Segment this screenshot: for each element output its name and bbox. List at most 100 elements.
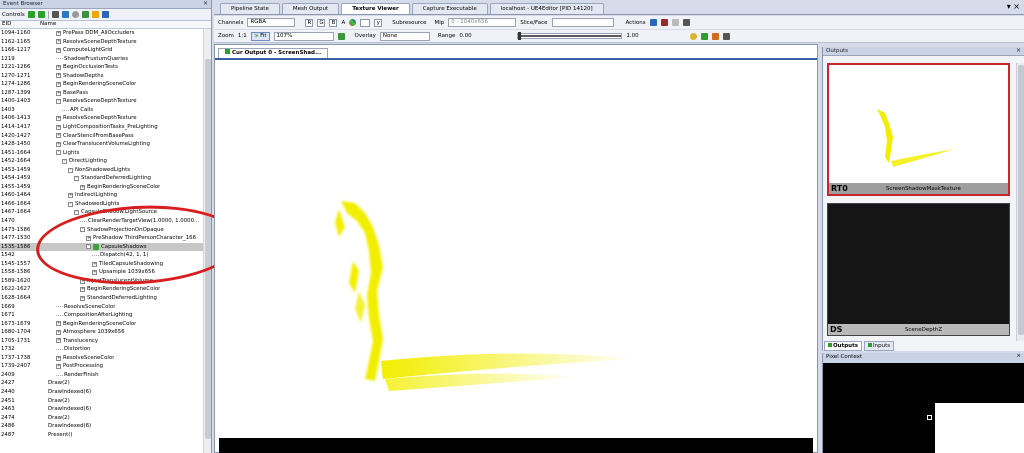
outputs-scrollbar[interactable] <box>1016 63 1024 341</box>
event-row[interactable]: 1470 ClearRenderTargetView(1.0000, 1.0000… <box>0 217 204 226</box>
range-slider[interactable] <box>517 32 623 40</box>
histogram-icon[interactable] <box>723 32 731 40</box>
auto-fit-icon[interactable] <box>701 32 709 40</box>
star-icon[interactable] <box>91 11 99 18</box>
event-row[interactable]: 1558-1586 + Upsample 1039x656 <box>0 268 204 277</box>
texture-canvas[interactable] <box>219 61 813 438</box>
output-thumbnail-rt0[interactable]: RT0 ScreenShadowMaskTexture <box>827 63 1010 196</box>
collapse-icon[interactable]: - <box>86 244 91 250</box>
expand-icon[interactable]: + <box>56 30 61 36</box>
event-list-scrollbar[interactable] <box>203 29 211 453</box>
close-icon[interactable]: × <box>203 0 208 7</box>
event-row[interactable]: 1705-1731 + Translucency <box>0 337 204 346</box>
output-thumbnail-ds[interactable]: DS SceneDepthZ <box>827 203 1010 336</box>
expand-icon[interactable]: + <box>56 39 61 45</box>
event-row[interactable]: 1452-1664 - DirectLighting <box>0 157 204 166</box>
event-row[interactable]: 1406-1413 + ResolveSceneDepthTexture <box>0 114 204 123</box>
event-row[interactable]: 1274-1286 + BeginRenderingSceneColor <box>0 80 204 89</box>
event-row[interactable]: 1400-1403 - ResolveSceneDepthTexture <box>0 97 204 106</box>
event-row[interactable]: 1219 ShadowFrustumQueries <box>0 55 204 64</box>
event-row[interactable]: 1545-1557 + TiledCapsuleShadowing <box>0 260 204 269</box>
expand-icon[interactable]: + <box>56 73 61 79</box>
event-row[interactable]: 1739-2407 + PostProcessing <box>0 362 204 371</box>
event-row[interactable]: 2409 RenderFinish <box>0 371 204 380</box>
expand-icon[interactable]: + <box>56 124 61 130</box>
event-row[interactable]: 1671 CompositionAfterLighting <box>0 311 204 320</box>
back-arrow-icon[interactable] <box>27 11 35 18</box>
collapse-icon[interactable]: - <box>62 158 67 164</box>
event-row[interactable]: 1403 API Calls <box>0 106 204 115</box>
expand-icon[interactable]: + <box>56 321 61 327</box>
flip-icon[interactable] <box>337 32 345 40</box>
expand-icon[interactable]: + <box>80 295 85 301</box>
timeline-icon[interactable] <box>51 11 59 18</box>
save-texture-icon[interactable] <box>649 19 657 26</box>
overlay-dropdown[interactable]: None <box>379 31 430 41</box>
event-row[interactable]: 2463 DrawIndexed(6) <box>0 405 204 414</box>
event-row[interactable]: 1162-1165 + ResolveSceneDepthTexture <box>0 38 204 47</box>
collapse-icon[interactable]: - <box>68 167 73 173</box>
event-row[interactable]: 1466-1664 - ShadowedLights <box>0 200 204 209</box>
forward-arrow-icon[interactable] <box>37 11 45 18</box>
expand-icon[interactable]: + <box>56 82 61 88</box>
collapse-icon[interactable]: - <box>74 176 79 182</box>
reset-range-icon[interactable] <box>712 32 720 40</box>
event-row[interactable]: 1628-1664 + StandardDeferredLighting <box>0 294 204 303</box>
expand-icon[interactable]: + <box>80 184 85 190</box>
expand-icon[interactable]: + <box>56 364 61 370</box>
event-row[interactable]: 1166-1217 + ComputeLightGrid <box>0 46 204 55</box>
channel-b-toggle[interactable]: B <box>329 18 338 27</box>
range-max-value[interactable]: 1.00 <box>626 33 686 39</box>
tab-inputs[interactable]: Inputs <box>863 341 895 351</box>
event-row[interactable]: 1737-1738 + ResolveSceneColor <box>0 354 204 363</box>
event-row[interactable]: 1732 Distortion <box>0 345 204 354</box>
expand-icon[interactable]: + <box>56 355 61 361</box>
outputs-scroll-thumb[interactable] <box>1018 65 1024 335</box>
event-row[interactable]: 1622-1627 + BeginRenderingSceneColor <box>0 285 204 294</box>
expand-icon[interactable]: + <box>56 329 61 335</box>
event-row[interactable]: 1673-1679 + BeginRenderingSceneColor <box>0 320 204 329</box>
tab-texture-viewer[interactable]: Texture Viewer <box>341 3 410 14</box>
event-row[interactable]: 1477-1530 + PreShadow ThirdPersonCharacter… <box>0 234 204 243</box>
fit-button[interactable]: ⇲ Fit <box>250 31 270 41</box>
mip-dropdown[interactable]: 0 - 1040x656 <box>448 18 517 27</box>
export-icon[interactable] <box>81 11 89 18</box>
event-row[interactable]: 1221-1266 + BeginOcclusionTests <box>0 63 204 72</box>
range-slider-knob[interactable] <box>518 32 522 40</box>
collapse-icon[interactable]: - <box>56 99 61 105</box>
event-row[interactable]: 2427 Draw(2) <box>0 379 204 388</box>
zoom-range-icon[interactable] <box>690 32 698 40</box>
expand-icon[interactable]: + <box>56 47 61 53</box>
zoom-1to1-button[interactable]: 1:1 <box>238 33 247 39</box>
expand-icon[interactable]: + <box>56 141 61 147</box>
event-row[interactable]: 1094-1160 + PrePass DDM_AllOccluders <box>0 29 204 38</box>
name-column-header[interactable]: Name <box>40 21 56 27</box>
close-icon[interactable]: × <box>1016 47 1021 54</box>
expand-icon[interactable]: + <box>68 193 73 199</box>
window-controls[interactable]: ▾ × <box>1007 2 1020 11</box>
event-row[interactable]: 1453-1459 - NonShadowedLights <box>0 166 204 175</box>
event-row[interactable]: 1680-1704 + Atmosphere 1039x656 <box>0 328 204 337</box>
checker-icon[interactable] <box>360 18 371 27</box>
expand-icon[interactable]: + <box>80 287 85 293</box>
zoom-dropdown[interactable]: 107% <box>273 31 334 41</box>
expand-icon[interactable]: + <box>56 116 61 122</box>
pixel-context-panel[interactable]: Pixel Context × <box>822 353 1024 453</box>
expand-icon[interactable]: + <box>86 235 91 241</box>
event-row[interactable]: 1669 ResolveSceneColor <box>0 303 204 312</box>
event-row[interactable]: 1589-1620 + InjectTranslucentVolume <box>0 277 204 286</box>
tab-capture-executable[interactable]: Capture Executable <box>411 3 488 14</box>
event-row[interactable]: 2451 Draw(2) <box>0 397 204 406</box>
collapse-icon[interactable]: - <box>56 150 61 156</box>
color-picker-icon[interactable] <box>349 19 357 26</box>
settings-icon[interactable] <box>71 11 79 18</box>
event-row[interactable]: 2487 Present() <box>0 431 204 440</box>
event-row[interactable]: 1454-1459 - StandardDeferredLighting <box>0 174 204 183</box>
tab-mesh-output[interactable]: Mesh Output <box>281 3 340 14</box>
copy-icon[interactable] <box>671 19 679 26</box>
channel-y-toggle[interactable]: y <box>374 18 383 27</box>
expand-icon[interactable]: + <box>80 278 85 284</box>
event-row[interactable]: 1451-1664 - Lights <box>0 149 204 158</box>
expand-icon[interactable]: + <box>56 133 61 139</box>
tab-pipeline-state[interactable]: Pipeline State <box>220 3 280 14</box>
